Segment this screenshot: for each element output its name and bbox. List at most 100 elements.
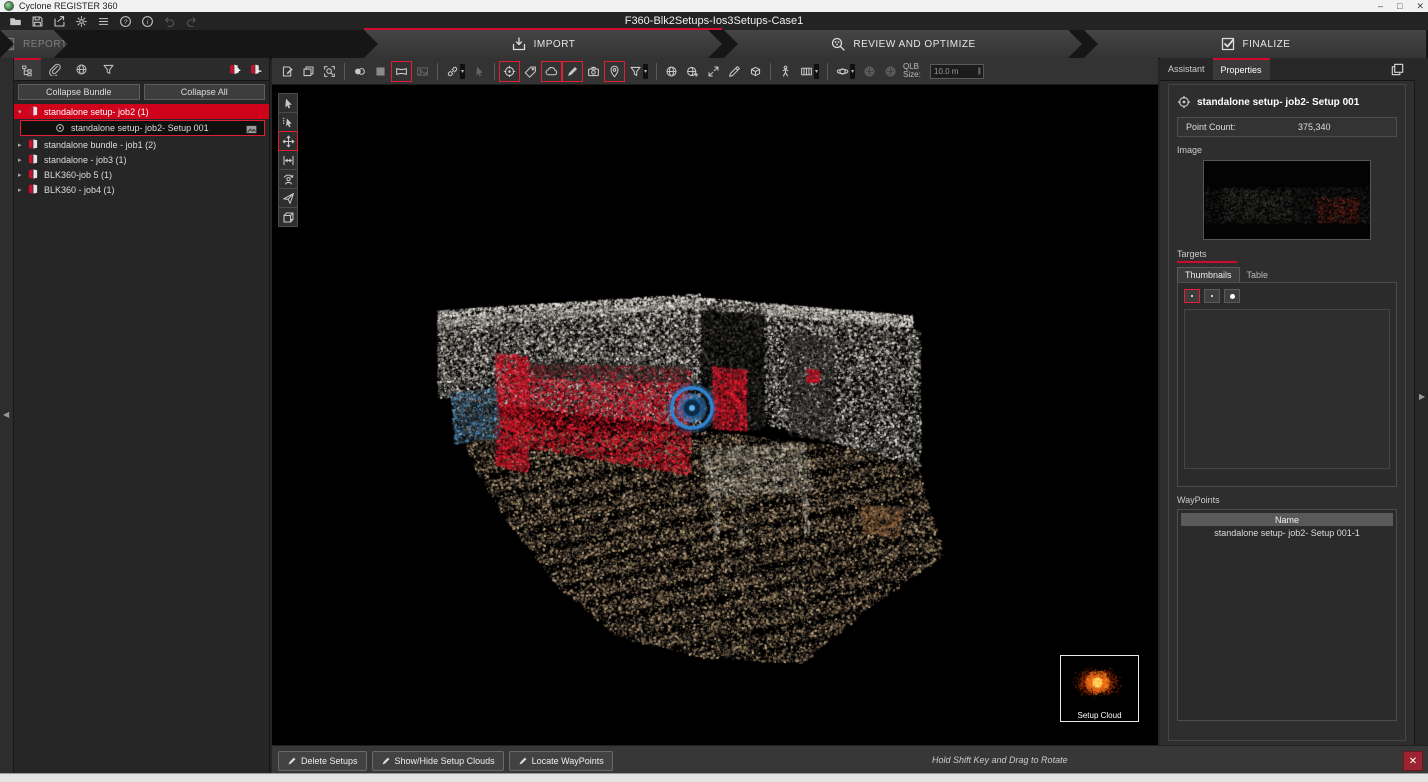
close-button[interactable]: ✕	[1416, 0, 1424, 12]
sphere-m-mode-tool[interactable]	[880, 61, 901, 82]
top-bar: ?i F360-Blk2Setups-Ios3Setups-Case1 IMPO…	[0, 12, 1428, 59]
orbit-mode-tool[interactable]	[832, 61, 859, 82]
step-report[interactable]: REPORT	[0, 30, 68, 58]
setup-icon	[1177, 95, 1191, 109]
tab-target-table[interactable]: Table	[1240, 267, 1276, 282]
tree-item-label: BLK360 - job4 (1)	[44, 185, 115, 195]
duplicate-view-tool[interactable]	[298, 61, 319, 82]
setup-cloud-minimap[interactable]: Setup Cloud	[1060, 655, 1139, 722]
zoom-region-tool[interactable]	[319, 61, 340, 82]
annotate-tool[interactable]	[277, 61, 298, 82]
tab-filter[interactable]	[95, 58, 122, 80]
locate-waypoints-button[interactable]: Locate WayPoints	[509, 751, 613, 771]
georeference-tool[interactable]	[682, 61, 703, 82]
setup-image-thumbnail[interactable]	[1203, 160, 1371, 240]
bundle-icon	[27, 168, 40, 181]
step-finalize[interactable]: FINALIZE	[1084, 30, 1426, 58]
toolbar-button	[344, 63, 345, 80]
tab-geo[interactable]	[68, 58, 95, 80]
sphere-mode-tool[interactable]	[859, 61, 880, 82]
tree-caret-icon[interactable]: ▸	[18, 156, 27, 164]
slider-grip-icon[interactable]: |||	[978, 68, 980, 75]
tree-caret-icon[interactable]: ▾	[18, 108, 27, 116]
animation-tool[interactable]	[796, 61, 823, 82]
setup-image-box[interactable]	[1202, 159, 1372, 241]
tree-item[interactable]: standalone setup- job2- Setup 001	[20, 120, 265, 136]
tree-item-label: standalone - job3 (1)	[44, 155, 127, 165]
tab-attachments[interactable]	[41, 58, 68, 80]
remove-bundle-button[interactable]	[246, 60, 265, 79]
tree-item-label: standalone setup- job2- Setup 001	[71, 123, 209, 133]
show-hide-setup-clouds-button[interactable]: Show/Hide Setup Clouds	[372, 751, 504, 771]
collapse-right-panel-arrow[interactable]: ▶	[1419, 392, 1425, 401]
collapse-all-button[interactable]: Collapse All	[144, 84, 266, 100]
tab-assistant[interactable]: Assistant	[1160, 58, 1213, 80]
collapse-bundle-button[interactable]: Collapse Bundle	[18, 84, 140, 100]
workflow-bar: IMPORT REVIEW AND OPTIMIZE FINALIZE REPO…	[0, 30, 1428, 58]
undock-panel-button[interactable]	[1386, 60, 1408, 78]
tree-item[interactable]: ▸ standalone - job3 (1)	[14, 152, 269, 167]
step-import[interactable]: IMPORT	[364, 30, 722, 58]
tree-item[interactable]: ▾ standalone setup- job2 (1)	[14, 104, 269, 119]
minimize-button[interactable]: –	[1378, 0, 1383, 12]
fly-tool[interactable]	[278, 188, 298, 208]
viewport-toolbar: QLB Size: 10.0 m |||	[272, 58, 1158, 85]
multi-select-tool[interactable]	[278, 112, 298, 132]
qlb-size-control: QLB Size: 10.0 m |||	[903, 63, 984, 79]
measure-tool[interactable]	[278, 150, 298, 170]
cloud-visibility-tool[interactable]	[349, 61, 370, 82]
add-bundle-button[interactable]	[225, 60, 244, 79]
bounding-cube-tool[interactable]	[745, 61, 766, 82]
bundle-icon	[27, 153, 40, 166]
maximize-button[interactable]: □	[1397, 0, 1402, 12]
close-view-button[interactable]: ✕	[1403, 751, 1423, 771]
panorama-view-tool[interactable]	[391, 61, 412, 82]
workflow-step-label: IMPORT	[534, 39, 576, 50]
point-cloud-viewport[interactable]: Setup Cloud	[272, 85, 1158, 745]
tree-caret-icon[interactable]: ▸	[18, 171, 27, 179]
add-waypoint-tool[interactable]	[604, 61, 625, 82]
greyscale-view-tool[interactable]	[370, 61, 391, 82]
setup-cloud-tool[interactable]	[541, 61, 562, 82]
add-target-tool[interactable]	[499, 61, 520, 82]
tree-caret-icon[interactable]: ▸	[18, 141, 27, 149]
step-review-and-optimize[interactable]: REVIEW AND OPTIMIZE	[724, 30, 1082, 58]
tab-project-tree[interactable]	[14, 58, 41, 80]
select-tool[interactable]	[278, 93, 298, 113]
tree-item[interactable]: ▸ standalone bundle - job1 (2)	[14, 137, 269, 152]
bottom-action-label: Show/Hide Setup Clouds	[395, 756, 495, 766]
tab-target-thumbnails[interactable]: Thumbnails	[1177, 267, 1240, 282]
point-cloud-canvas[interactable]	[272, 85, 1158, 745]
fit-view-tool[interactable]	[703, 61, 724, 82]
image-view-tool[interactable]	[412, 61, 433, 82]
project-title: F360-Blk2Setups-Ios3Setups-Case1	[0, 15, 1428, 27]
filter-tool[interactable]	[625, 61, 652, 82]
delete-setups-button[interactable]: Delete Setups	[278, 751, 367, 771]
draw-tool[interactable]	[562, 61, 583, 82]
pick-tool[interactable]	[469, 61, 490, 82]
pan-tool[interactable]	[278, 131, 298, 151]
link-tool[interactable]	[442, 61, 469, 82]
bundle-icon	[27, 183, 40, 196]
collapse-left-panel-arrow[interactable]: ◀	[3, 410, 9, 419]
cube-view-tool[interactable]	[278, 207, 298, 227]
qlb-size-slider[interactable]: 10.0 m |||	[930, 64, 984, 79]
tree-item[interactable]: ▸ BLK360 - job4 (1)	[14, 182, 269, 197]
waypoint-row[interactable]: standalone setup- job2- Setup 001-1	[1181, 526, 1393, 540]
add-label-tool[interactable]	[520, 61, 541, 82]
tab-properties[interactable]: Properties	[1213, 58, 1270, 80]
target-thumbnail-1[interactable]	[1184, 289, 1200, 303]
toolbar-button	[827, 63, 828, 80]
target-thumbnail-2[interactable]	[1204, 289, 1220, 303]
rotate-view-tool[interactable]	[278, 169, 298, 189]
tree-item[interactable]: ▸ BLK360-job 5 (1)	[14, 167, 269, 182]
setup-title: standalone setup- job2- Setup 001	[1197, 97, 1359, 108]
bundle-icon	[27, 138, 40, 151]
walkthrough-tool[interactable]	[775, 61, 796, 82]
pano-sphere-tool[interactable]	[661, 61, 682, 82]
target-thumbnail-3[interactable]	[1224, 289, 1240, 303]
tree-caret-icon[interactable]: ▸	[18, 186, 27, 194]
cleanup-tool[interactable]	[724, 61, 745, 82]
minimap-label: Setup Cloud	[1061, 711, 1138, 720]
snapshot-tool[interactable]	[583, 61, 604, 82]
